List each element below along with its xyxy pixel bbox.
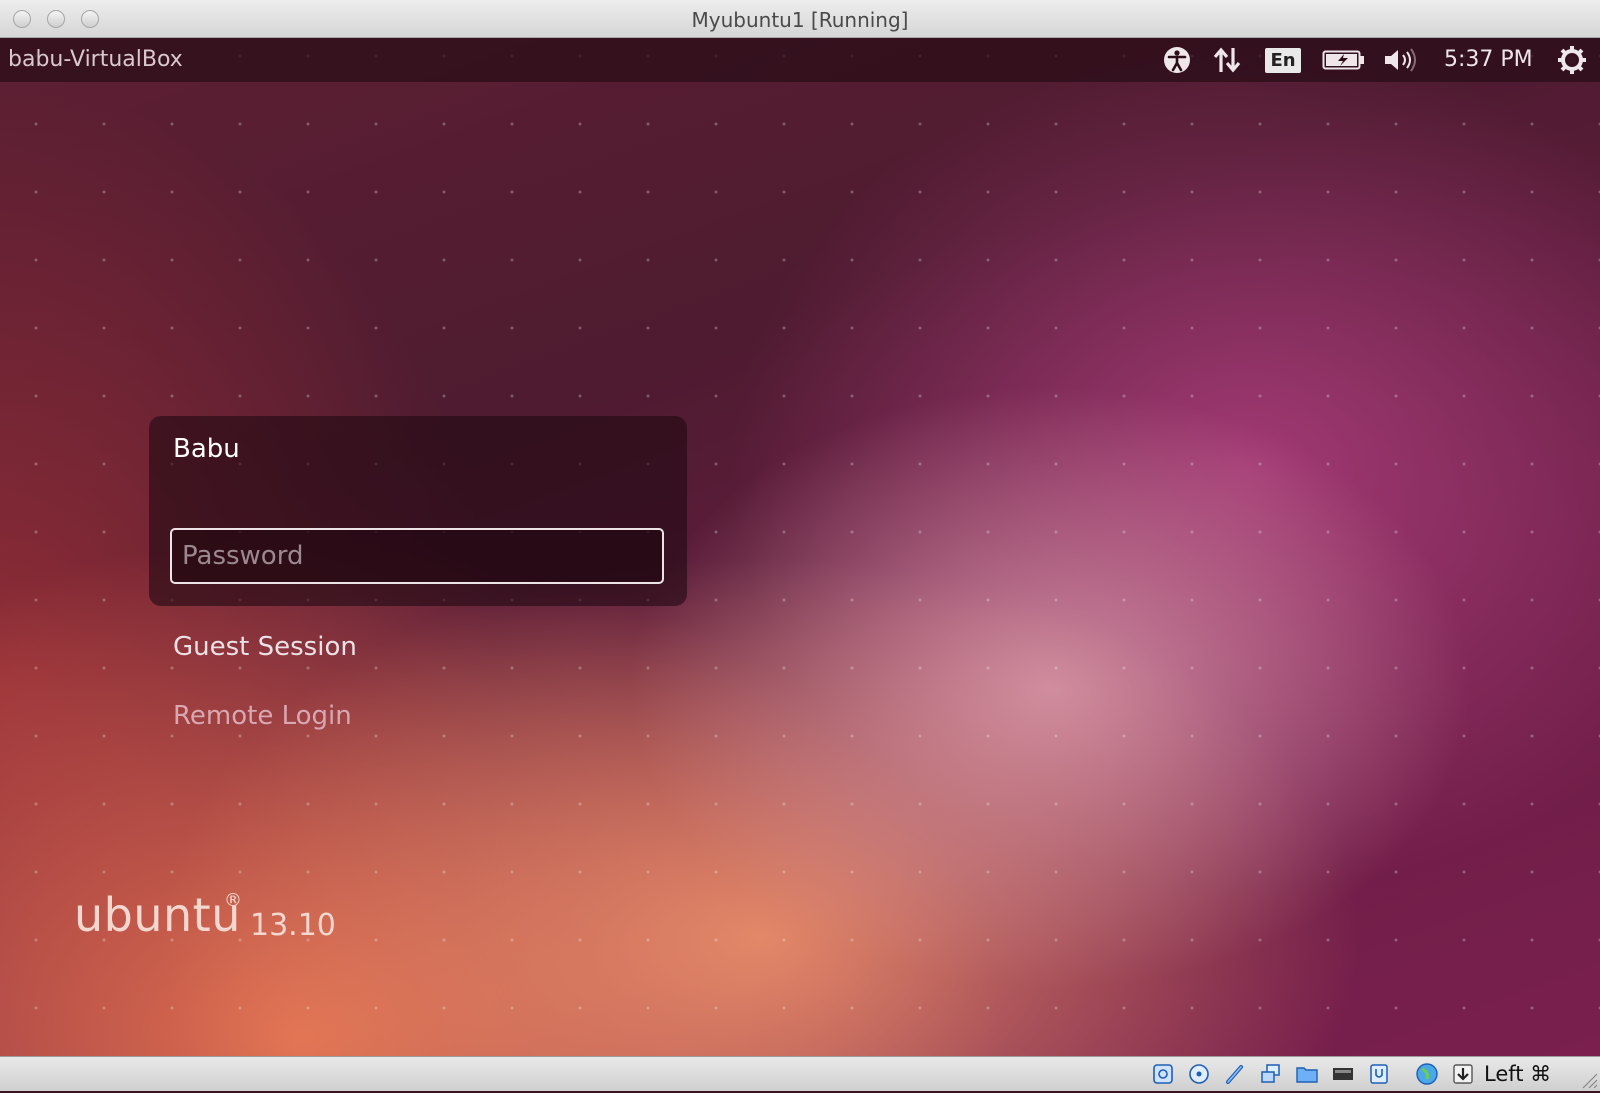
volume-icon[interactable] bbox=[1380, 44, 1422, 76]
ubuntu-logo: ubuntu ® 13.10 bbox=[74, 888, 336, 943]
hostname-label: babu-VirtualBox bbox=[8, 47, 183, 72]
power-icon[interactable] bbox=[1554, 44, 1590, 76]
ubuntu-login-screen: babu-VirtualBox En 5:37 PM Babu Guest Se… bbox=[0, 38, 1600, 1056]
window-title: Myubuntu1 [Running] bbox=[691, 8, 909, 32]
guest-session-option[interactable]: Guest Session bbox=[173, 632, 357, 662]
window-titlebar: Myubuntu1 [Running] bbox=[0, 0, 1600, 38]
shared-folders-icon[interactable] bbox=[1294, 1062, 1320, 1086]
video-capture-icon[interactable] bbox=[1366, 1062, 1392, 1086]
accessibility-icon[interactable] bbox=[1160, 44, 1194, 76]
battery-icon[interactable] bbox=[1320, 44, 1368, 76]
network-icon[interactable] bbox=[1210, 44, 1244, 76]
password-field[interactable] bbox=[170, 528, 664, 584]
ubuntu-wordmark: ubuntu bbox=[74, 888, 241, 942]
clock[interactable]: 5:37 PM bbox=[1444, 47, 1533, 72]
registered-mark: ® bbox=[224, 890, 242, 911]
resize-grip[interactable] bbox=[1578, 1069, 1598, 1089]
host-key-label: Left ⌘ bbox=[1484, 1062, 1552, 1086]
usb-icon[interactable] bbox=[1222, 1062, 1248, 1086]
remote-login-option[interactable]: Remote Login bbox=[173, 701, 352, 731]
username-label[interactable]: Babu bbox=[173, 434, 240, 464]
network-adapter-icon[interactable] bbox=[1258, 1062, 1284, 1086]
ubuntu-version: 13.10 bbox=[250, 908, 336, 943]
login-box: Babu bbox=[149, 416, 687, 606]
keyboard-language-icon[interactable]: En bbox=[1264, 44, 1302, 76]
mouse-integration-icon[interactable] bbox=[1414, 1062, 1440, 1086]
keyboard-language-label: En bbox=[1265, 47, 1301, 73]
top-panel: babu-VirtualBox En 5:37 PM bbox=[0, 38, 1600, 82]
vm-status-bar: Left ⌘ bbox=[0, 1056, 1600, 1091]
display-icon[interactable] bbox=[1330, 1062, 1356, 1086]
hard-disk-icon[interactable] bbox=[1150, 1062, 1176, 1086]
host-key-arrow-icon[interactable] bbox=[1450, 1062, 1476, 1086]
optical-drive-icon[interactable] bbox=[1186, 1062, 1212, 1086]
